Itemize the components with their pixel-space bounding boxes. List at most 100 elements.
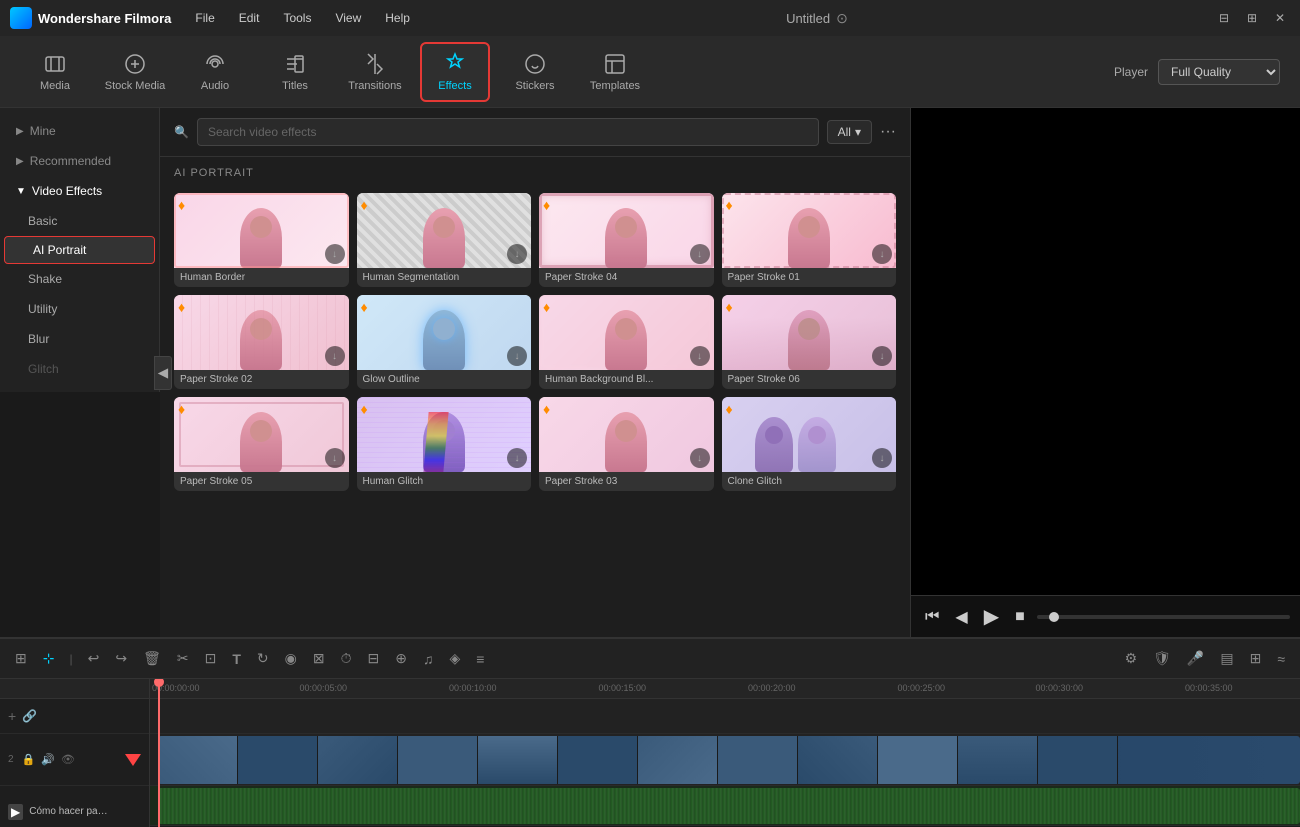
sidebar-item-glitch[interactable]: Glitch	[0, 354, 159, 384]
toolbar-transitions[interactable]: Transitions	[340, 42, 410, 102]
sidebar-item-recommended[interactable]: ▶ Recommended	[0, 146, 159, 176]
timeline-tool-extra1[interactable]: ⊞	[1245, 646, 1267, 671]
toolbar-stickers-label: Stickers	[515, 80, 554, 92]
toolbar-effects[interactable]: Effects	[420, 42, 490, 102]
menu-tools[interactable]: Tools	[273, 7, 321, 29]
filter-button[interactable]: All ▾	[827, 120, 872, 144]
player-progress-bar[interactable]	[1037, 615, 1290, 619]
menu-view[interactable]: View	[325, 7, 371, 29]
player-skip-back[interactable]: ⏮	[921, 606, 943, 628]
close-icon[interactable]: ✕	[1270, 8, 1290, 28]
more-options-button[interactable]: ···	[880, 123, 896, 141]
maximize-icon[interactable]: ⊞	[1242, 8, 1262, 28]
search-input[interactable]	[197, 118, 819, 146]
sidebar-item-mine[interactable]: ▶ Mine	[0, 116, 159, 146]
effect-human-bg-blur[interactable]: ♦ ↓ Human Background Bl...	[539, 295, 714, 389]
thumb-7	[638, 736, 718, 784]
download-icon[interactable]: ↓	[690, 448, 710, 468]
minimize-icon[interactable]: ⊟	[1214, 8, 1234, 28]
sidebar-item-video-effects[interactable]: ▼ Video Effects	[0, 176, 159, 206]
timeline-tool-moveframe[interactable]: ⊟	[362, 646, 384, 671]
effect-human-segmentation[interactable]: ♦ ↓ Human Segmentation	[357, 193, 532, 287]
timeline-tool-extra2[interactable]: ≈	[1272, 647, 1290, 671]
timeline-tool-rotate[interactable]: ↻	[252, 646, 274, 671]
track1-eye-icon[interactable]: 👁	[61, 753, 75, 766]
sidebar-item-basic[interactable]: Basic	[0, 206, 159, 236]
timeline-tool-cut[interactable]: ✂	[172, 646, 194, 671]
download-icon[interactable]: ↓	[507, 448, 527, 468]
timeline-tool-text[interactable]: T	[227, 647, 246, 671]
download-icon[interactable]: ↓	[325, 244, 345, 264]
player-stop[interactable]: ■	[1011, 606, 1029, 628]
download-icon[interactable]: ↓	[325, 448, 345, 468]
timeline-tool-caption[interactable]: ▤	[1215, 646, 1238, 671]
toolbar-stickers[interactable]: Stickers	[500, 42, 570, 102]
toolbar-templates[interactable]: Templates	[580, 42, 650, 102]
player-step-back[interactable]: ◀	[951, 605, 971, 629]
timeline-tool-delete[interactable]: 🗑	[138, 646, 166, 671]
timeline-tool-mic[interactable]: 🎤	[1182, 646, 1209, 671]
download-icon[interactable]: ↓	[690, 346, 710, 366]
toolbar-audio[interactable]: Audio	[180, 42, 250, 102]
effect-paper-stroke-03[interactable]: ♦ ↓ Paper Stroke 03	[539, 397, 714, 491]
menu-help[interactable]: Help	[375, 7, 420, 29]
effect-human-border[interactable]: ♦ ↓ Human Border	[174, 193, 349, 287]
timeline-tool-transform[interactable]: ⊠	[308, 646, 330, 671]
sidebar-item-utility[interactable]: Utility	[0, 294, 159, 324]
track-link-icon[interactable]: 🔗	[22, 709, 37, 723]
toolbar-titles-label: Titles	[282, 80, 308, 92]
timeline-tool-undo[interactable]: ↩	[83, 646, 105, 671]
timeline-tool-color[interactable]: ◉	[280, 646, 302, 671]
download-icon[interactable]: ↓	[872, 244, 892, 264]
timeline-tool-speed[interactable]: ⏱	[336, 646, 357, 671]
track1-lock-icon[interactable]: 🔒	[22, 753, 36, 766]
effect-paper-stroke-01[interactable]: ♦ ↓ Paper Stroke 01	[722, 193, 897, 287]
quality-select[interactable]: Full Quality High Quality Medium Quality…	[1158, 59, 1280, 85]
effect-paper-stroke-06[interactable]: ♦ ↓ Paper Stroke 06	[722, 295, 897, 389]
effect-human-bg-thumb: ♦ ↓	[539, 295, 714, 370]
timeline-tool-chroma[interactable]: ◈	[444, 646, 465, 671]
track-main-play-icon[interactable]: ▶	[8, 804, 23, 820]
toolbar-titles[interactable]: Titles	[260, 42, 330, 102]
download-icon[interactable]: ↓	[872, 346, 892, 366]
toolbar-transitions-label: Transitions	[348, 80, 401, 92]
sidebar-item-ai-portrait[interactable]: AI Portrait	[4, 236, 155, 264]
download-icon[interactable]: ↓	[507, 346, 527, 366]
download-icon[interactable]: ↓	[325, 346, 345, 366]
menu-file[interactable]: File	[185, 7, 224, 29]
timeline-tool-split[interactable]: ⊞	[10, 646, 32, 671]
player-play[interactable]: ▶	[980, 602, 1003, 631]
track1-volume-icon[interactable]: 🔊	[41, 753, 55, 766]
download-icon[interactable]: ↓	[507, 244, 527, 264]
effect-paper-stroke-05[interactable]: ♦ ↓ Paper Stroke 05	[174, 397, 349, 491]
effect-paper-stroke1-name: Paper Stroke 01	[722, 268, 897, 287]
effect-paper-stroke-02[interactable]: ♦ ↓ Paper Stroke 02	[174, 295, 349, 389]
player-video	[911, 108, 1300, 595]
timeline-tool-select[interactable]: ⊹	[38, 646, 60, 671]
premium-icon: ♦	[178, 197, 185, 213]
effect-glow-outline[interactable]: ♦ ↓ Glow Outline	[357, 295, 532, 389]
sidebar-item-shake[interactable]: Shake	[0, 264, 159, 294]
menu-edit[interactable]: Edit	[229, 7, 270, 29]
timeline-tool-stabilize[interactable]: ⊕	[390, 646, 412, 671]
sidebar-item-blur[interactable]: Blur	[0, 324, 159, 354]
download-icon[interactable]: ↓	[690, 244, 710, 264]
effect-human-glitch[interactable]: ♦ ↓ Human Glitch	[357, 397, 532, 491]
track-main-title: Cómo hacer pantallas fina	[29, 806, 109, 817]
toolbar-stock-media[interactable]: Stock Media	[100, 42, 170, 102]
effect-clone-glitch[interactable]: ♦ ↓ Clone Glitch	[722, 397, 897, 491]
player-progress-dot[interactable]	[1049, 612, 1059, 622]
timeline-tool-crop[interactable]: ⊡	[200, 646, 222, 671]
player-label: Player	[1114, 65, 1148, 79]
timeline-tool-settings[interactable]: ⚙	[1120, 646, 1143, 671]
sidebar-collapse-button[interactable]: ◀	[154, 356, 172, 390]
timeline-tool-shield[interactable]: 🛡	[1148, 646, 1176, 671]
track-add-icon[interactable]: +	[8, 708, 16, 724]
effect-paper-stroke2-thumb: ♦ ↓	[174, 295, 349, 370]
toolbar-media[interactable]: Media	[20, 42, 90, 102]
effect-paper-stroke-04[interactable]: ♦ ↓ Paper Stroke 04	[539, 193, 714, 287]
timeline-tool-more[interactable]: ≡	[471, 647, 489, 671]
download-icon[interactable]: ↓	[872, 448, 892, 468]
timeline-tool-audio[interactable]: ♫	[418, 647, 439, 671]
timeline-tool-redo[interactable]: ↪	[110, 646, 132, 671]
